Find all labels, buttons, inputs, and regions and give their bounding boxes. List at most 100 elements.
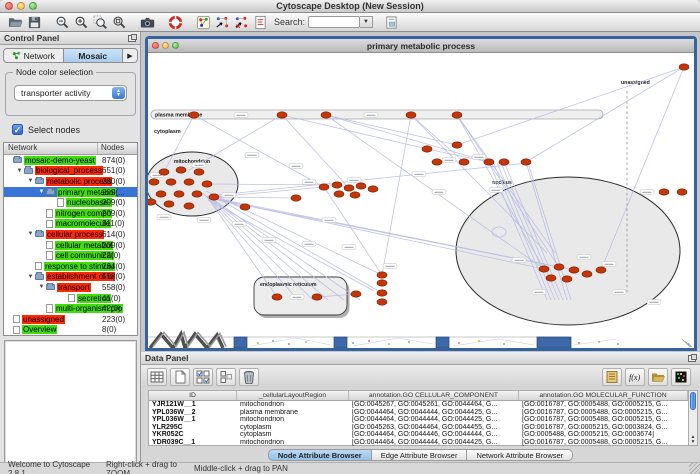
tree-expander-icon[interactable]: ▼ bbox=[26, 231, 35, 237]
network-node[interactable] bbox=[377, 299, 387, 305]
unselect-attributes-button[interactable] bbox=[216, 368, 236, 386]
network-overview-button[interactable] bbox=[194, 14, 213, 31]
network-node[interactable] bbox=[521, 159, 531, 165]
network-node[interactable] bbox=[166, 179, 176, 185]
table-scrollbar[interactable]: ▲▼ bbox=[688, 390, 698, 446]
attribute-table[interactable]: ID_cellularLayoutRegionannotation.GO CEL… bbox=[148, 390, 689, 446]
strip-thumbnail-block[interactable] bbox=[436, 337, 449, 348]
tree-expander-icon[interactable]: ▼ bbox=[26, 274, 35, 280]
network-node[interactable] bbox=[194, 169, 204, 175]
destroy-network-button[interactable] bbox=[232, 14, 251, 31]
network-node[interactable] bbox=[406, 112, 416, 118]
network-node[interactable] bbox=[192, 191, 202, 197]
node-color-select[interactable]: transporter activity ▲▼ bbox=[14, 85, 127, 101]
network-node[interactable] bbox=[174, 191, 184, 197]
network-node[interactable] bbox=[377, 280, 387, 286]
tree-row[interactable]: ▼transport558(0) bbox=[4, 282, 137, 293]
network-node[interactable] bbox=[356, 183, 366, 189]
network-node[interactable] bbox=[350, 192, 360, 198]
strip-thumbnail-block[interactable] bbox=[537, 337, 571, 348]
table-row[interactable]: YDR039C__1mitochondrion[GO:0044464, GO:0… bbox=[149, 439, 688, 447]
network-node[interactable] bbox=[240, 204, 250, 210]
tab-node-attribute-browser[interactable]: Node Attribute Browser bbox=[268, 449, 372, 461]
network-node[interactable] bbox=[321, 112, 331, 118]
network-node[interactable] bbox=[562, 276, 572, 282]
network-node[interactable] bbox=[291, 195, 301, 201]
network-canvas[interactable]: plasma membranecytoplasmmitochondrionnuc… bbox=[148, 53, 694, 348]
tree-row[interactable]: unassigned223(0) bbox=[4, 314, 137, 325]
save-session-button[interactable] bbox=[25, 14, 44, 31]
network-node[interactable] bbox=[164, 201, 174, 207]
network-node[interactable] bbox=[184, 179, 194, 185]
tree-row[interactable]: cellular metabol209(0) bbox=[4, 240, 137, 251]
network-node[interactable] bbox=[459, 159, 469, 165]
network-node[interactable] bbox=[334, 191, 344, 197]
attribute-grid-button[interactable] bbox=[147, 368, 167, 386]
tree-row[interactable]: cell communicat22(0) bbox=[4, 250, 137, 261]
network-node[interactable] bbox=[422, 146, 432, 152]
tree-row[interactable]: ▼primary metabol209(... bbox=[4, 187, 137, 198]
new-attribute-button[interactable] bbox=[170, 368, 190, 386]
tab-edge-attribute-browser[interactable]: Edge Attribute Browser bbox=[372, 449, 468, 461]
network-node[interactable] bbox=[596, 267, 606, 273]
table-row[interactable]: YJR121W__1mitochondrion[GO:0045267, GO:0… bbox=[149, 401, 688, 409]
tree-row[interactable]: multi-organism pro42(0) bbox=[4, 303, 137, 314]
tree-expander-icon[interactable]: ▼ bbox=[37, 189, 46, 195]
scrollbar-thumb[interactable] bbox=[690, 392, 696, 410]
network-node[interactable] bbox=[277, 112, 287, 118]
table-row[interactable]: YLR295Ccytoplasm[GO:0045263, GO:0044464,… bbox=[149, 424, 688, 432]
create-network-from-selection-button[interactable] bbox=[213, 14, 232, 31]
search-dropdown-button[interactable]: ▼ bbox=[360, 16, 373, 28]
network-node[interactable] bbox=[312, 294, 322, 300]
network-node[interactable] bbox=[554, 264, 564, 270]
network-node[interactable] bbox=[176, 167, 186, 173]
open-session-button[interactable] bbox=[6, 14, 25, 31]
network-node[interactable] bbox=[156, 191, 166, 197]
tree-expander-icon[interactable]: ▼ bbox=[37, 284, 46, 290]
birds-eye-view[interactable] bbox=[4, 340, 137, 474]
network-node[interactable] bbox=[432, 159, 442, 165]
table-column-header[interactable]: _cellularLayoutRegion bbox=[237, 391, 349, 400]
network-view-titlebar[interactable]: primary metabolic process bbox=[148, 39, 694, 53]
network-node[interactable] bbox=[184, 203, 194, 209]
network-node[interactable] bbox=[452, 112, 462, 118]
tab-network[interactable]: Network bbox=[4, 49, 64, 62]
table-row[interactable]: YPL036W__2plasma membrane[GO:0044464, GO… bbox=[149, 409, 688, 417]
table-row[interactable]: YPL036W__1mitochondrion[GO:0044464, GO:0… bbox=[149, 416, 688, 424]
network-node[interactable] bbox=[452, 142, 462, 148]
tree-row[interactable]: mosaic-demo-yeast874(0) bbox=[4, 155, 137, 166]
network-node[interactable] bbox=[499, 159, 509, 165]
delete-attribute-button[interactable] bbox=[239, 368, 259, 386]
table-column-header[interactable]: annotation.GO CELLULAR_COMPONENT bbox=[349, 391, 519, 400]
network-node[interactable] bbox=[351, 291, 361, 297]
compartment-nucleus[interactable] bbox=[456, 177, 680, 325]
zoom-in-button[interactable] bbox=[72, 14, 91, 31]
search-input[interactable] bbox=[308, 16, 360, 28]
float-panel-icon[interactable] bbox=[128, 35, 136, 42]
table-column-header[interactable]: annotation.GO MOLECULAR_FUNCTION bbox=[519, 391, 688, 400]
network-node[interactable] bbox=[377, 290, 387, 296]
network-node[interactable] bbox=[272, 294, 282, 300]
network-node[interactable] bbox=[546, 275, 556, 281]
strip-thumbnail-block[interactable] bbox=[334, 337, 347, 348]
select-nodes-checkbox[interactable]: ✓ bbox=[12, 124, 23, 135]
network-node[interactable] bbox=[679, 64, 689, 70]
tree-row[interactable]: secretion41(0) bbox=[4, 293, 137, 304]
frame-resize-grip[interactable] bbox=[685, 341, 691, 347]
strip-thumbnail-block[interactable] bbox=[234, 337, 247, 348]
scrollbar-arrows[interactable]: ▲▼ bbox=[689, 435, 697, 445]
tree-row[interactable]: ▼cellular process614(0) bbox=[4, 229, 137, 240]
float-data-panel-icon[interactable] bbox=[688, 355, 696, 362]
tree-row[interactable]: Overview8(0) bbox=[4, 325, 137, 336]
network-node[interactable] bbox=[344, 185, 354, 191]
network-node[interactable] bbox=[377, 272, 387, 278]
zoom-out-button[interactable] bbox=[53, 14, 72, 31]
network-node[interactable] bbox=[569, 267, 579, 273]
network-node[interactable] bbox=[582, 271, 592, 277]
more-tabs-button[interactable]: ▶ bbox=[123, 49, 137, 62]
network-node[interactable] bbox=[159, 169, 169, 175]
function-builder-button[interactable]: f(x) bbox=[625, 368, 645, 386]
configure-search-button[interactable] bbox=[382, 14, 401, 31]
tree-row[interactable]: macromolecule311(0) bbox=[4, 219, 137, 230]
tree-row[interactable]: ▼biological_process651(0) bbox=[4, 166, 137, 177]
